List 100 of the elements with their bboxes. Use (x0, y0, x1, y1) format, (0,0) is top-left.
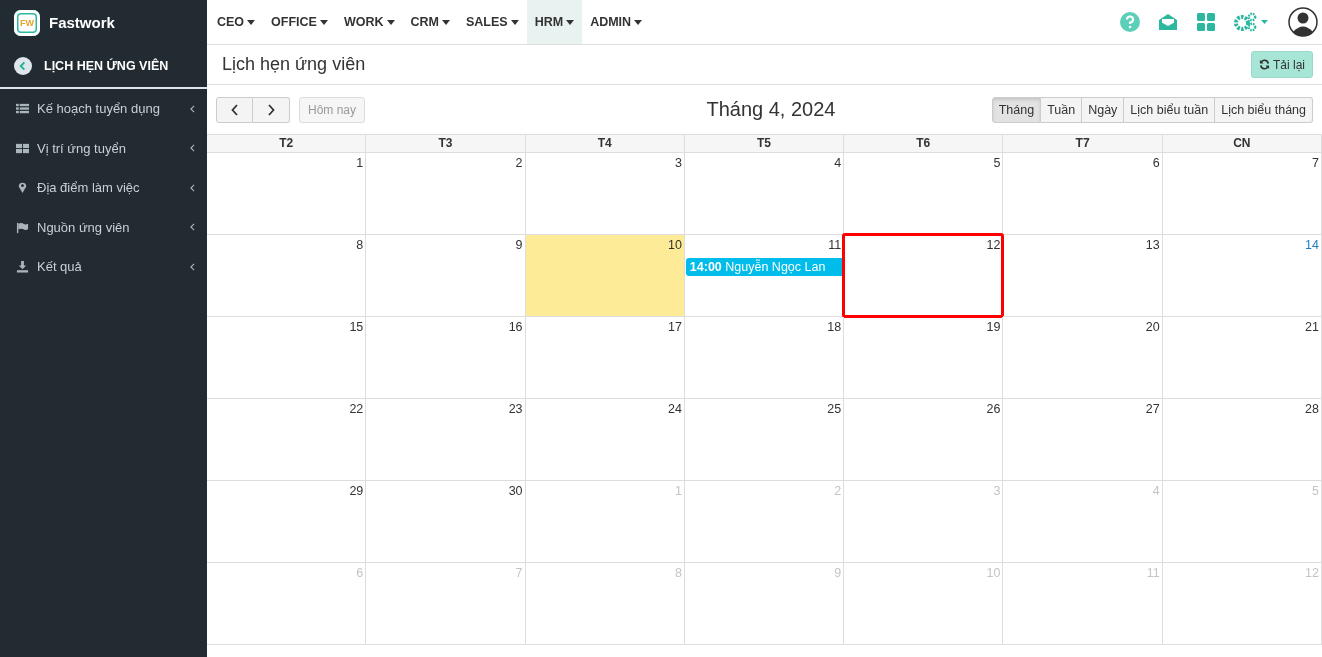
day-cell[interactable]: 22 (207, 399, 367, 481)
help-icon[interactable] (1120, 12, 1140, 32)
next-button[interactable] (253, 96, 290, 123)
day-number: 8 (674, 566, 682, 580)
day-number: 10 (667, 238, 682, 252)
avatar-icon[interactable] (1288, 7, 1318, 37)
day-cell[interactable]: 26 (844, 399, 1004, 481)
day-cell[interactable]: 16 (366, 317, 526, 399)
back-icon[interactable] (14, 57, 32, 75)
day-number: 20 (1145, 320, 1160, 334)
day-cell[interactable]: 20 (1003, 317, 1163, 399)
caret-icon (510, 19, 519, 25)
weekday-header: T3 (366, 135, 526, 153)
menu-tab[interactable]: CEO (209, 0, 264, 44)
menu-tab[interactable]: ADMIN (582, 0, 651, 44)
day-cell[interactable]: 2 (366, 153, 526, 235)
day-cell[interactable]: 12 (844, 235, 1004, 317)
chevron-icon (190, 223, 195, 232)
day-cell[interactable]: 17 (525, 317, 685, 399)
chevron-icon (190, 262, 195, 271)
day-number: 8 (356, 238, 364, 252)
menu-tab[interactable]: WORK (335, 0, 403, 44)
day-number: 2 (834, 484, 842, 498)
day-cell[interactable]: 14 (1162, 235, 1322, 317)
day-cell[interactable]: 21 (1162, 317, 1322, 399)
day-cell[interactable]: 30 (366, 481, 526, 563)
day-cell[interactable]: 8 (207, 235, 367, 317)
day-number: 18 (827, 320, 842, 334)
pin-icon (16, 181, 29, 195)
day-cell[interactable]: 4 (684, 153, 845, 235)
flag-icon (16, 220, 29, 234)
view-tab[interactable]: Lịch biểu tháng (1215, 96, 1313, 123)
caret-icon (247, 19, 256, 25)
menu-tab[interactable]: HRM (526, 0, 583, 44)
day-cell[interactable]: 5 (844, 153, 1004, 235)
day-number: 6 (356, 566, 364, 580)
weekday-header: T7 (1003, 135, 1163, 153)
sidebar-item[interactable]: Nguồn ứng viên (0, 207, 207, 247)
previous-button[interactable] (216, 96, 253, 123)
day-number: 21 (1305, 320, 1319, 334)
day-cell[interactable]: 29 (207, 481, 367, 563)
day-cell[interactable]: 23 (366, 399, 526, 481)
day-number: 28 (1305, 402, 1319, 416)
day-cell[interactable]: 7 (1162, 153, 1322, 235)
list-icon (16, 102, 29, 116)
day-number: 16 (508, 320, 523, 334)
refresh-icon (1259, 59, 1270, 70)
day-number: 22 (349, 402, 364, 416)
sidebar-item[interactable]: Kế hoạch tuyển dụng (0, 89, 207, 129)
day-cell[interactable]: 10 (525, 235, 685, 317)
day-number: 13 (1145, 238, 1160, 252)
day-number: 9 (515, 238, 523, 252)
view-tab[interactable]: Ngày (1082, 96, 1125, 123)
grid-icon (16, 141, 29, 155)
weekday-header: T6 (844, 135, 1004, 153)
sidebar-item[interactable]: Địa điểm làm việc (0, 168, 207, 208)
day-cell[interactable]: 1 (207, 153, 367, 235)
day-number: 7 (515, 566, 523, 580)
caret-icon (442, 19, 450, 25)
caret-icon (634, 19, 643, 25)
day-number: 26 (986, 402, 1001, 416)
day-cell[interactable]: 27 (1003, 399, 1163, 481)
view-tab[interactable]: Tháng (991, 96, 1042, 123)
settings-icon[interactable] (1234, 12, 1270, 32)
sidebar-item[interactable]: Kết quả (0, 247, 207, 287)
day-number: 17 (667, 320, 682, 334)
weekday-header: T5 (684, 135, 845, 153)
day-number: 6 (1152, 156, 1160, 170)
menu-tab[interactable]: SALES (458, 0, 527, 44)
day-cell[interactable]: 11 14:00 Nguyễn Ngọc Lan (684, 235, 845, 317)
menu-tab[interactable]: CRM (402, 0, 458, 44)
chevron-icon (190, 104, 195, 113)
apps-icon[interactable] (1196, 12, 1216, 32)
day-number: 11 (1146, 566, 1160, 580)
day-cell[interactable]: 6 (1003, 153, 1163, 235)
chevron-left-icon (230, 103, 239, 116)
menu-tab[interactable]: OFFICE (263, 0, 336, 44)
day-number: 7 (1312, 156, 1319, 170)
day-number: 5 (1312, 484, 1319, 498)
day-number: 1 (356, 156, 364, 170)
day-cell[interactable]: 28 (1162, 399, 1322, 481)
day-number: 4 (1152, 484, 1160, 498)
day-number: 5 (993, 156, 1001, 170)
day-number: 2 (515, 156, 523, 170)
day-cell[interactable]: 13 (1003, 235, 1163, 317)
chevron-icon (190, 183, 195, 192)
view-tab[interactable]: Lịch biểu tuần (1124, 96, 1216, 123)
day-cell[interactable]: 15 (207, 317, 367, 399)
day-cell[interactable]: 9 (366, 235, 526, 317)
day-cell[interactable]: 18 (684, 317, 845, 399)
day-cell[interactable]: 24 (525, 399, 685, 481)
reload-button[interactable]: Tải lại (1251, 51, 1313, 78)
day-number: 27 (1145, 402, 1160, 416)
day-number: 4 (834, 156, 842, 170)
weekday-header: CN (1162, 135, 1322, 153)
sidebar-item[interactable]: Vị trí ứng tuyển (0, 128, 207, 168)
view-tab[interactable]: Tuần (1041, 96, 1083, 123)
day-number: 15 (349, 320, 364, 334)
day-cell[interactable]: 25 (684, 399, 845, 481)
day-cell[interactable]: 19 (844, 317, 1004, 399)
